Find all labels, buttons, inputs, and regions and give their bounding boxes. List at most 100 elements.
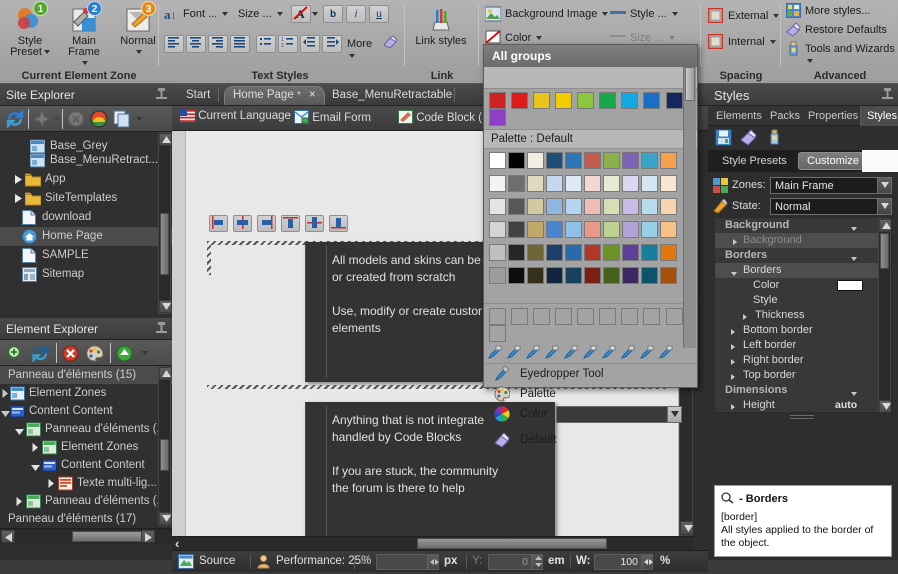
style-item-borders[interactable]: Borders — [715, 263, 891, 278]
expand-twisty-icon[interactable] — [1, 389, 10, 398]
color-swatch[interactable] — [622, 152, 639, 169]
color-swatch[interactable] — [666, 92, 683, 109]
refresh-icon[interactable] — [32, 345, 49, 365]
expand-twisty-icon[interactable] — [47, 479, 56, 488]
color-swatch[interactable] — [643, 92, 660, 109]
chevron-down-icon[interactable] — [136, 117, 142, 121]
tree-row[interactable]: Element Zones — [0, 384, 172, 402]
chevron-down-icon[interactable] — [877, 199, 891, 214]
normal-state-button[interactable]: 3 Normal — [112, 2, 164, 58]
scroll-left-button[interactable] — [1, 530, 15, 543]
eyedropper-icon[interactable] — [545, 345, 562, 361]
x-stepper[interactable] — [428, 554, 439, 570]
scroll-right-button[interactable] — [141, 530, 155, 543]
color-swatch[interactable] — [584, 198, 601, 215]
color-swatch[interactable] — [584, 221, 601, 238]
color-swatch[interactable] — [622, 267, 639, 284]
color-swatch-empty[interactable] — [533, 308, 550, 325]
color-swatch[interactable] — [603, 244, 620, 261]
chevron-down-icon[interactable] — [82, 61, 88, 65]
code-block-item[interactable]: Code Block (So — [398, 110, 496, 127]
current-language-item[interactable]: Current Language — [180, 110, 291, 125]
move-up-icon[interactable] — [116, 345, 133, 365]
color-swatch[interactable] — [641, 152, 658, 169]
scroll-thumb[interactable] — [160, 439, 169, 471]
add-page-icon[interactable] — [34, 111, 50, 130]
color-swatch[interactable] — [599, 92, 616, 109]
color-swatch-empty[interactable] — [555, 308, 572, 325]
tree-row[interactable]: Panneau d'éléments (17) — [0, 510, 172, 528]
chevron-down-icon[interactable] — [44, 50, 50, 54]
color-swatch[interactable] — [660, 152, 677, 169]
delete-page-icon[interactable] — [68, 111, 84, 130]
color-swatch[interactable] — [660, 267, 677, 284]
color-picker-popup[interactable]: All groups Palette : Default Eye — [483, 44, 698, 388]
element-tree-scrollbar[interactable] — [158, 366, 171, 526]
expand-twisty-icon[interactable] — [731, 356, 735, 368]
expand-twisty-icon[interactable] — [31, 443, 40, 452]
color-swatch[interactable] — [508, 244, 525, 261]
eyedropper-icon[interactable] — [507, 345, 524, 361]
color-swatch[interactable] — [621, 92, 638, 109]
palette-menuitem[interactable]: Palette — [484, 384, 697, 404]
more-styles-button[interactable]: More styles... — [805, 5, 870, 17]
color-swatch[interactable] — [546, 221, 563, 238]
scroll-down-button[interactable] — [159, 300, 172, 313]
expand-twisty-icon[interactable] — [731, 401, 735, 413]
scroll-thumb[interactable] — [880, 233, 889, 269]
palette-scrollbar[interactable] — [683, 67, 696, 348]
collapse-twisty-icon[interactable] — [31, 462, 40, 471]
align-top-icon[interactable] — [281, 215, 300, 232]
size-dropdown-2[interactable]: Size ... — [630, 32, 675, 44]
color-swatch-empty[interactable] — [599, 308, 616, 325]
color-swatch-empty[interactable] — [666, 308, 683, 325]
scroll-up-button[interactable] — [159, 367, 172, 380]
palette-icon[interactable] — [86, 345, 103, 365]
w-input[interactable]: 100 — [594, 554, 642, 570]
scroll-left-arrow[interactable]: ‹ — [175, 536, 179, 551]
chevron-down-icon[interactable] — [877, 178, 891, 193]
y-stepper[interactable] — [532, 554, 543, 570]
tab-packs[interactable]: Packs — [764, 106, 806, 126]
color-swatch[interactable] — [641, 198, 658, 215]
style-item-top-border[interactable]: Top border — [715, 368, 891, 383]
palette-grid[interactable] — [484, 149, 697, 287]
style-item-border-color[interactable]: Color — [715, 278, 891, 293]
color-swatch-empty[interactable] — [511, 308, 528, 325]
collapse-twisty-icon[interactable] — [1, 408, 10, 417]
color-swatch[interactable] — [546, 175, 563, 192]
eyedropper-icon[interactable] — [583, 345, 600, 361]
color-swatch[interactable] — [546, 198, 563, 215]
tab-home-page[interactable]: Home Page * × — [224, 86, 325, 105]
color-swatch[interactable] — [489, 109, 506, 126]
color-swatch[interactable] — [641, 221, 658, 238]
color-swatch[interactable] — [565, 244, 582, 261]
chevron-down-icon[interactable] — [349, 54, 355, 58]
color-swatch[interactable] — [622, 198, 639, 215]
canvas-hscrollbar[interactable]: ‹ — [172, 536, 693, 550]
expand-twisty-icon[interactable] — [731, 326, 735, 338]
tree-row-home-page[interactable]: Home Page — [0, 227, 172, 246]
tab-start[interactable]: Start — [178, 86, 218, 105]
color-swatch[interactable] — [603, 152, 620, 169]
color-swatch[interactable] — [527, 175, 544, 192]
eyedropper-tool-menuitem[interactable]: Eyedropper Tool — [484, 364, 697, 384]
no-text-color-icon[interactable]: A — [291, 5, 311, 23]
style-tree[interactable]: Background Background Borders Borders Co… — [714, 217, 892, 413]
align-edge-left-icon[interactable] — [209, 215, 228, 232]
scroll-down-button[interactable] — [159, 512, 172, 525]
tree-row[interactable]: Panneau d'éléments (15) — [0, 366, 172, 384]
color-swatch[interactable] — [577, 92, 594, 109]
background-image-dropdown[interactable]: Background Image — [505, 8, 608, 20]
color-swatch[interactable] — [489, 152, 506, 169]
style-item-height[interactable]: Height auto — [715, 398, 891, 413]
color-swatch[interactable] — [489, 244, 506, 261]
color-swatch[interactable] — [546, 244, 563, 261]
align-right-icon[interactable] — [208, 35, 228, 53]
expand-twisty-icon[interactable] — [15, 497, 24, 506]
color-swatch[interactable] — [527, 221, 544, 238]
color-swatch[interactable] — [489, 267, 506, 284]
expand-twisty-icon[interactable] — [731, 371, 735, 383]
eyedropper-icon[interactable] — [488, 345, 505, 361]
color-swatch[interactable] — [546, 152, 563, 169]
